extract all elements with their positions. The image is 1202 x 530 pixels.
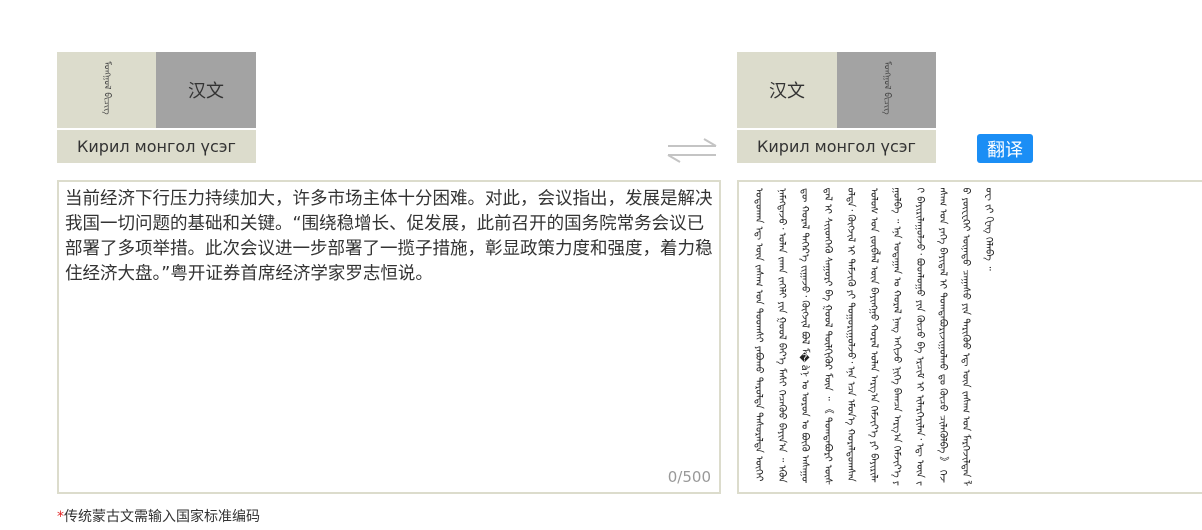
translate-button[interactable]: 翻译 xyxy=(977,134,1033,163)
source-tab-cyrillic[interactable]: Кирил монгол үсэг xyxy=(57,130,256,163)
target-tab-chinese[interactable]: 汉文 xyxy=(737,52,837,128)
target-tab-chinese-label: 汉文 xyxy=(769,81,805,102)
character-counter: 0/500 xyxy=(667,468,711,486)
source-tab-traditional-mongolian[interactable]: ᠮᠣᠩᠭᠣᠯ ᠪᠢᠴᠢᠭ xyxy=(57,52,156,128)
swap-languages-icon[interactable] xyxy=(664,136,720,164)
source-tab-cyrillic-label: Кирил монгол үсэг xyxy=(77,137,236,156)
target-tab-traditional-mongolian[interactable]: ᠮᠣᠩᠭᠣᠯ ᠪᠢᠴᠢᠭ xyxy=(837,52,936,128)
source-tab-chinese-label: 汉文 xyxy=(188,81,224,102)
source-text[interactable]: 当前经济下行压力持续加大，许多市场主体十分困难。对此，会议指出，发展是解决我国一… xyxy=(65,187,717,287)
input-encoding-note-text: 传统蒙古文需输入国家标准编码 xyxy=(64,509,260,525)
target-tab-traditional-mongolian-label: ᠮᠣᠩᠭᠣᠯ ᠪᠢᠴᠢᠭ xyxy=(881,61,892,115)
translation-output-text: ᠣᠳᠣᠬᠠᠨ ᠡᠳ᠋ ᠦᠨ ᠵᠠᠰᠠᠭ ᠤᠨ ᠳᠣᠣᠭᠰᠢ ᠶᠠᠪᠤᠬᠤ ᠳᠠᠷ… xyxy=(753,188,994,486)
required-asterisk: * xyxy=(57,509,64,525)
source-tab-chinese[interactable]: 汉文 xyxy=(156,52,256,128)
source-text-area[interactable]: 当前经济下行压力持续加大，许多市场主体十分困难。对此，会议指出，发展是解决我国一… xyxy=(57,180,721,494)
translation-output-area: ᠣᠳᠣᠬᠠᠨ ᠡᠳ᠋ ᠦᠨ ᠵᠠᠰᠠᠭ ᠤᠨ ᠳᠣᠣᠭᠰᠢ ᠶᠠᠪᠤᠬᠤ ᠳᠠᠷ… xyxy=(737,180,1202,494)
input-encoding-note: *传统蒙古文需输入国家标准编码 xyxy=(57,506,260,526)
target-tab-cyrillic[interactable]: Кирил монгол үсэг xyxy=(737,130,936,163)
source-tab-traditional-mongolian-label: ᠮᠣᠩᠭᠣᠯ ᠪᠢᠴᠢᠭ xyxy=(101,61,112,115)
target-tab-cyrillic-label: Кирил монгол үсэг xyxy=(757,137,916,156)
